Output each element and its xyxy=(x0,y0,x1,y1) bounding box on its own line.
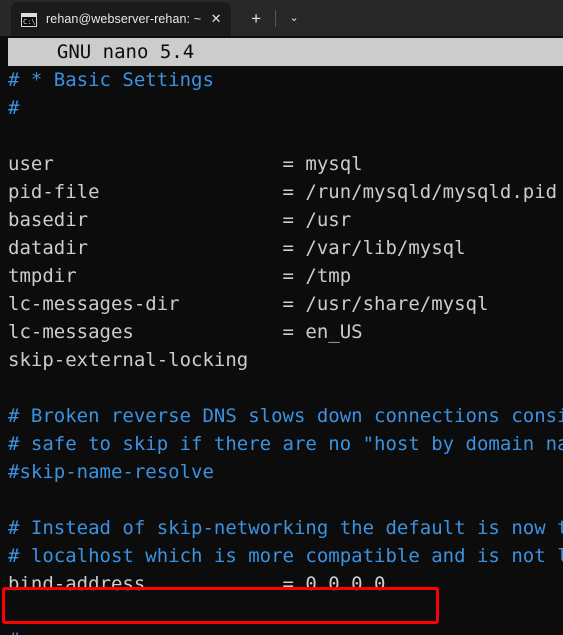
editor-line: bind-address = 0.0.0.0 xyxy=(8,573,386,595)
editor-line: datadir = /var/lib/mysql xyxy=(8,237,466,259)
new-tab-button[interactable]: + xyxy=(239,2,273,36)
editor-line: user = mysql xyxy=(8,153,363,175)
editor-line: # localhost which is more compatible and… xyxy=(8,545,563,567)
editor-line: basedir = /usr xyxy=(8,209,352,231)
terminal-content[interactable]: GNU nano 5.4 # * Basic Settings # user = m… xyxy=(0,36,563,635)
editor-line: pid-file = /run/mysqld/mysqld.pid xyxy=(8,181,558,203)
editor-line: # xyxy=(8,97,20,119)
editor-line: lc-messages = en_US xyxy=(8,321,363,343)
command-prompt-icon: C:\ xyxy=(21,12,37,27)
editor-line: # * Basic Settings xyxy=(8,69,214,91)
tab-active[interactable]: C:\ rehan@webserver-rehan: ~ ✕ xyxy=(11,2,232,36)
editor-line: # safe to skip if there are no "host by … xyxy=(8,433,563,455)
nano-title-bar: GNU nano 5.4 xyxy=(8,38,563,66)
editor-line: lc-messages-dir = /usr/share/mysql xyxy=(8,293,489,315)
tab-title: rehan@webserver-rehan: ~ xyxy=(46,12,202,26)
editor-line: skip-external-locking xyxy=(8,349,249,371)
editor-line: # Instead of skip-networking the default… xyxy=(8,517,563,539)
editor-line: # Broken reverse DNS slows down connecti… xyxy=(8,405,563,427)
chevron-down-icon[interactable]: ⌄ xyxy=(278,2,310,36)
editor-line: # xyxy=(8,626,563,635)
tab-separator xyxy=(275,10,277,27)
editor-line: #skip-name-resolve xyxy=(8,461,214,483)
tab-bar: C:\ rehan@webserver-rehan: ~ ✕ + ⌄ xyxy=(0,0,563,36)
editor-buffer[interactable]: # * Basic Settings # user = mysql pid-file … xyxy=(0,66,563,635)
svg-text:C:\: C:\ xyxy=(23,18,36,26)
close-icon[interactable]: ✕ xyxy=(201,2,231,36)
editor-line: tmpdir = /tmp xyxy=(8,265,352,287)
terminal-window: C:\ rehan@webserver-rehan: ~ ✕ + ⌄ GNU n… xyxy=(0,0,563,635)
